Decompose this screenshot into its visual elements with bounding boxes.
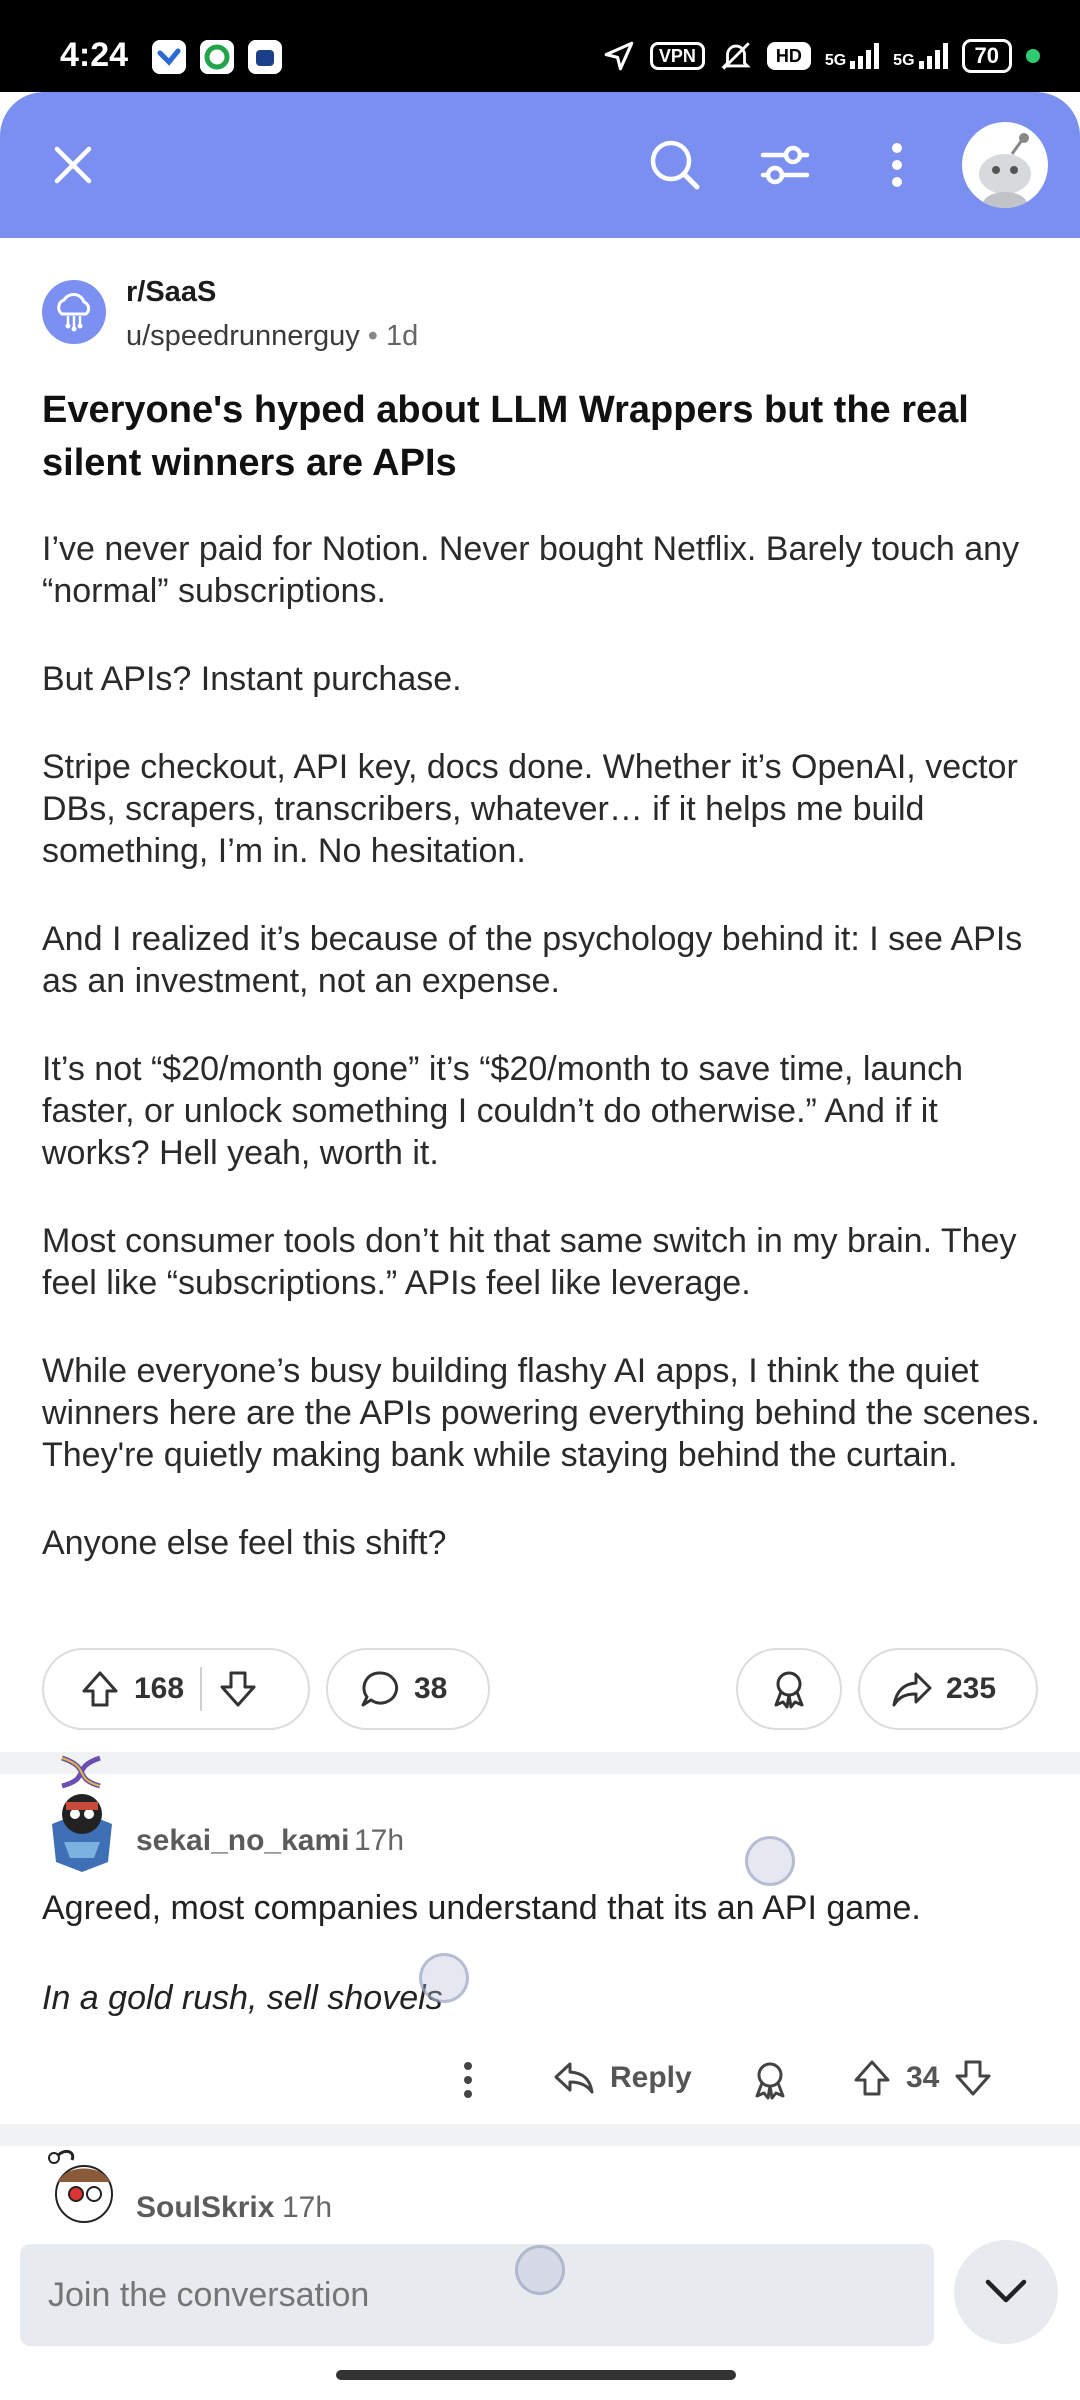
post-actions: 168 38 235 [42,1648,1038,1730]
comment-upvote-icon[interactable] [852,2058,892,2098]
post-author[interactable]: u/speedrunnerguy [126,320,360,352]
comment-author[interactable]: SoulSkrix [136,2191,274,2225]
app-notification-icon-2 [200,40,234,74]
comment-more-icon[interactable] [458,2060,478,2105]
comment-age: 17h [354,1824,405,1857]
app-notification-icon-3 [248,40,282,74]
comment-count: 38 [414,1672,448,1705]
comment-author[interactable]: sekai_no_kami [136,1824,349,1858]
post-body: I’ve never paid for Notion. Never bought… [42,528,1042,1564]
share-icon [892,1672,932,1707]
award-button[interactable] [736,1648,842,1730]
post-age: 1d [385,320,419,352]
post-header: r/SaaS u/speedrunnerguy • 1d [42,268,1042,358]
reply-label: Reply [610,2061,692,2094]
post-paragraph: But APIs? Instant purchase. [42,660,462,698]
signal-icon: 5G [825,43,880,69]
share-button[interactable]: 235 [858,1648,1038,1730]
status-bar: 4:24 VPN HD 5G 5G 70 [0,0,1080,92]
post-paragraph: I’ve never paid for Notion. Never bought… [42,530,1020,610]
post-meta: u/speedrunnerguy • 1d [126,320,418,353]
comments-button[interactable]: 38 [326,1648,490,1730]
post-paragraph: Stripe checkout, API key, docs done. Whe… [42,748,1018,870]
avatar-icon[interactable] [962,122,1048,208]
comment-icon [361,1671,399,1707]
mute-icon [721,42,751,70]
section-divider [0,2124,1080,2146]
comment-downvote-icon[interactable] [953,2058,993,2098]
comment-text: Agreed, most companies understand that i… [42,1889,921,1927]
app-notification-icon-1 [152,40,186,74]
downvote-icon[interactable] [218,1669,258,1709]
share-count: 235 [946,1672,997,1705]
hd-icon: HD [766,42,811,70]
vpn-icon: VPN [649,42,705,70]
subreddit-name[interactable]: r/SaaS [126,276,216,309]
join-conversation-input[interactable] [20,2244,934,2346]
comment-age: 17h [282,2191,333,2224]
upvote-count: 168 [134,1672,185,1705]
more-vertical-icon[interactable] [864,132,930,198]
reply-icon [554,2062,594,2094]
signal-icon-2: 5G [893,43,948,69]
upvote-icon[interactable] [80,1669,120,1709]
touch-indicator [419,1953,469,2003]
battery-icon: 70 [961,39,1012,73]
section-divider [0,1752,1080,1774]
comment-score: 34 [906,2061,940,2094]
comment-vote-control: 34 [852,2058,993,2098]
privacy-indicator [1026,49,1040,63]
close-icon[interactable] [40,132,106,198]
touch-indicator [515,2245,565,2295]
touch-indicator [745,1836,795,1886]
vote-divider [200,1667,203,1711]
comment-award-icon[interactable] [748,2058,792,2107]
post-paragraph: It’s not “$20/month gone” it’s “$20/mont… [42,1050,964,1172]
comment-quote: In a gold rush, sell shovels [42,1979,443,2017]
home-indicator[interactable] [336,2370,736,2380]
location-icon [604,41,634,71]
post-title: Everyone's hyped about LLM Wrappers but … [42,389,969,484]
app-header [0,92,1080,238]
post-paragraph: And I realized it’s because of the psych… [42,920,1023,1000]
subreddit-icon[interactable] [42,280,106,344]
collapse-button[interactable] [954,2240,1058,2344]
search-icon[interactable] [642,132,708,198]
vote-control: 168 [42,1648,310,1730]
award-icon [774,1671,804,1709]
chevron-down-icon [985,2279,1027,2303]
filter-icon[interactable] [752,132,818,198]
status-indicators: VPN HD 5G 5G 70 [602,36,1040,76]
post-paragraph: Anyone else feel this shift? [42,1524,447,1562]
post-paragraph: Most consumer tools don’t hit that same … [42,1222,1017,1302]
status-time: 4:24 [60,36,129,74]
meta-separator: • [367,320,378,352]
comment-avatar[interactable] [42,2146,122,2226]
reply-button[interactable]: Reply [552,2058,692,2098]
post-paragraph: While everyone’s busy building flashy AI… [42,1352,1040,1474]
comment-avatar[interactable] [42,1754,122,1874]
post: r/SaaS u/speedrunnerguy • 1d Everyone's hy… [42,268,1042,1610]
